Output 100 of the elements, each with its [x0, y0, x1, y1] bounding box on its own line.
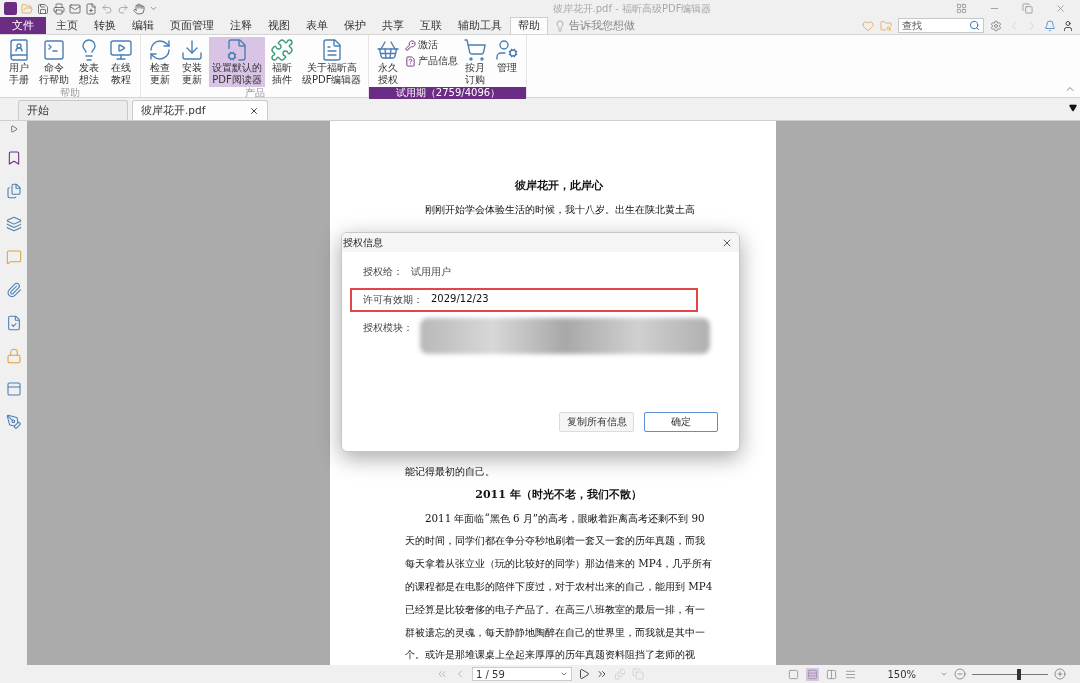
bell-icon[interactable]: [1044, 19, 1056, 32]
download-icon: [180, 38, 204, 62]
ribbon-button[interactable]: 设置默认的 PDF阅读器: [209, 37, 265, 87]
view-mode-button[interactable]: [787, 667, 801, 681]
text-line: 能记得最初的自己。: [405, 463, 496, 479]
user-gear-icon: [495, 38, 520, 62]
menu-tab[interactable]: 主页: [48, 17, 86, 34]
save-icon[interactable]: [37, 2, 49, 15]
view-mode-button[interactable]: [825, 667, 839, 681]
search-field[interactable]: 查找: [898, 18, 984, 33]
grid-icon[interactable]: [956, 3, 967, 14]
pages-icon[interactable]: [5, 183, 22, 199]
cart-icon: [463, 38, 488, 62]
ribbon-button[interactable]: 按月 订购: [460, 37, 491, 87]
page-stack-icon[interactable]: [614, 668, 626, 680]
next-page-icon[interactable]: [578, 668, 590, 680]
ribbon-button[interactable]: 福昕 插件: [267, 37, 297, 87]
lightbulb-icon[interactable]: [554, 19, 566, 32]
ribbon-button[interactable]: 命令 行帮助: [36, 37, 72, 87]
text-line: 群被遗忘的灵魂，每天静静地陶醉在自己的世界里，而我就是其中一: [405, 624, 706, 640]
zoom-out-icon[interactable]: [954, 668, 966, 680]
dropdown-icon[interactable]: [1069, 104, 1077, 112]
mail-icon[interactable]: [69, 2, 81, 15]
undo-icon[interactable]: [101, 2, 113, 15]
text-line: 2011 年面临“黑色 6 月”的高考，眼瞅着距离高考还剩不到 90: [424, 510, 706, 526]
ribbon-small-button[interactable]: 产品信息: [405, 54, 459, 68]
zoom-level[interactable]: 150%: [887, 668, 916, 680]
ribbon-button[interactable]: 用户 手册: [4, 37, 34, 87]
text-line: 天的时间，同学们都在争分夺秒地刷着一套又一套的历年真题，而我: [405, 533, 706, 549]
first-page-icon[interactable]: [436, 668, 448, 680]
terminal-icon: [42, 38, 66, 62]
trial-banner: 试用期（2759/4096）: [369, 87, 527, 99]
last-page-icon[interactable]: [596, 668, 608, 680]
field-value: 试用用户: [411, 265, 451, 279]
menu-tab[interactable]: 编辑: [124, 17, 162, 34]
lock-icon[interactable]: [5, 348, 22, 364]
view-mode-button[interactable]: [806, 667, 820, 681]
menu-tab[interactable]: 互联: [412, 17, 450, 34]
new-file-icon[interactable]: [85, 2, 97, 15]
field-value: 2029/12/23: [431, 293, 489, 304]
menu-tab[interactable]: 注释: [222, 17, 260, 34]
document-tab[interactable]: 开始: [18, 100, 128, 120]
ribbon-button[interactable]: 管理: [492, 37, 523, 87]
search-icon[interactable]: [969, 20, 980, 31]
text-line: 个。或许是那堆课桌上垒起来厚厚的历年真题资料阻挡了老师的视: [405, 647, 696, 663]
menu-tab[interactable]: 转换: [86, 17, 124, 34]
avatar-icon[interactable]: [1062, 19, 1074, 32]
puzzle-icon: [270, 38, 294, 62]
page-number-field[interactable]: 1 / 59: [472, 667, 572, 681]
layers-icon[interactable]: [5, 216, 22, 232]
dialog-title: 授权信息: [343, 235, 383, 250]
ribbon-small-button[interactable]: 激活: [405, 38, 459, 52]
refresh-icon: [148, 38, 172, 62]
ribbon-button[interactable]: 在线 教程: [106, 37, 136, 87]
settings-icon[interactable]: [990, 19, 1002, 32]
menu-tab[interactable]: 保护: [336, 17, 374, 34]
caret-icon[interactable]: [149, 4, 158, 13]
ribbon-button[interactable]: 检查 更新: [145, 37, 175, 87]
page-copy-icon[interactable]: [632, 668, 644, 680]
menu-tab[interactable]: 帮助: [510, 17, 548, 34]
comment-icon[interactable]: [5, 249, 22, 265]
document-check-icon[interactable]: [5, 315, 22, 331]
hand-icon[interactable]: [133, 2, 145, 15]
ribbon-button[interactable]: 发表 想法: [74, 37, 104, 87]
menu-tab[interactable]: 视图: [260, 17, 298, 34]
menu-tab[interactable]: 页面管理: [162, 17, 222, 34]
redo-icon[interactable]: [117, 2, 129, 15]
zoom-in-icon[interactable]: [1054, 668, 1066, 680]
print-icon[interactable]: [53, 2, 65, 15]
menu-tab[interactable]: 表单: [298, 17, 336, 34]
ribbon-button[interactable]: 关于福昕高 级PDF编辑器: [299, 37, 365, 87]
ribbon-button[interactable]: 永久 授权: [373, 37, 404, 87]
ok-button[interactable]: 确定: [644, 412, 718, 432]
menu-tab[interactable]: 共享: [374, 17, 412, 34]
field-label: 授权模块：: [363, 321, 413, 335]
text-line: 已经算是比较奢侈的电子产品了。在高三八班教室的最后一排，有一: [405, 601, 706, 617]
restore-icon[interactable]: [1022, 3, 1033, 14]
form-icon[interactable]: [5, 381, 22, 397]
document-tab[interactable]: 彼岸花开.pdf: [132, 100, 268, 120]
ribbon-button[interactable]: 安装 更新: [177, 37, 207, 87]
caret-icon[interactable]: [940, 670, 948, 678]
slider-thumb[interactable]: [1017, 668, 1022, 680]
page-heading: 2011 年（时光不老，我们不散）: [474, 486, 643, 503]
heart-icon[interactable]: [862, 19, 874, 32]
caret-icon[interactable]: [560, 670, 568, 678]
pen-icon[interactable]: [5, 414, 22, 430]
book-user-icon: [7, 38, 31, 62]
menu-tab[interactable]: 辅助工具: [450, 17, 510, 34]
copy-button[interactable]: 复制所有信息: [559, 412, 634, 432]
monitor-play-icon: [109, 38, 133, 62]
tab-label: 开始: [27, 103, 49, 118]
text-line: 的课程都是在电影的陪伴下度过，对于农村出来的自己，能用到 MP4: [405, 579, 712, 594]
folder-search-icon[interactable]: [880, 19, 892, 32]
text-line: 刚刚开始学会体验生活的时候，我十八岁。出生在陕北黄土高: [424, 202, 696, 217]
document-gear-icon: [225, 38, 249, 62]
expand-icon[interactable]: [9, 125, 18, 133]
file-menu-tab[interactable]: 文件: [0, 17, 46, 34]
close-icon[interactable]: [249, 105, 259, 116]
group-label: 产品: [243, 87, 266, 99]
paperclip-icon[interactable]: [5, 282, 22, 298]
